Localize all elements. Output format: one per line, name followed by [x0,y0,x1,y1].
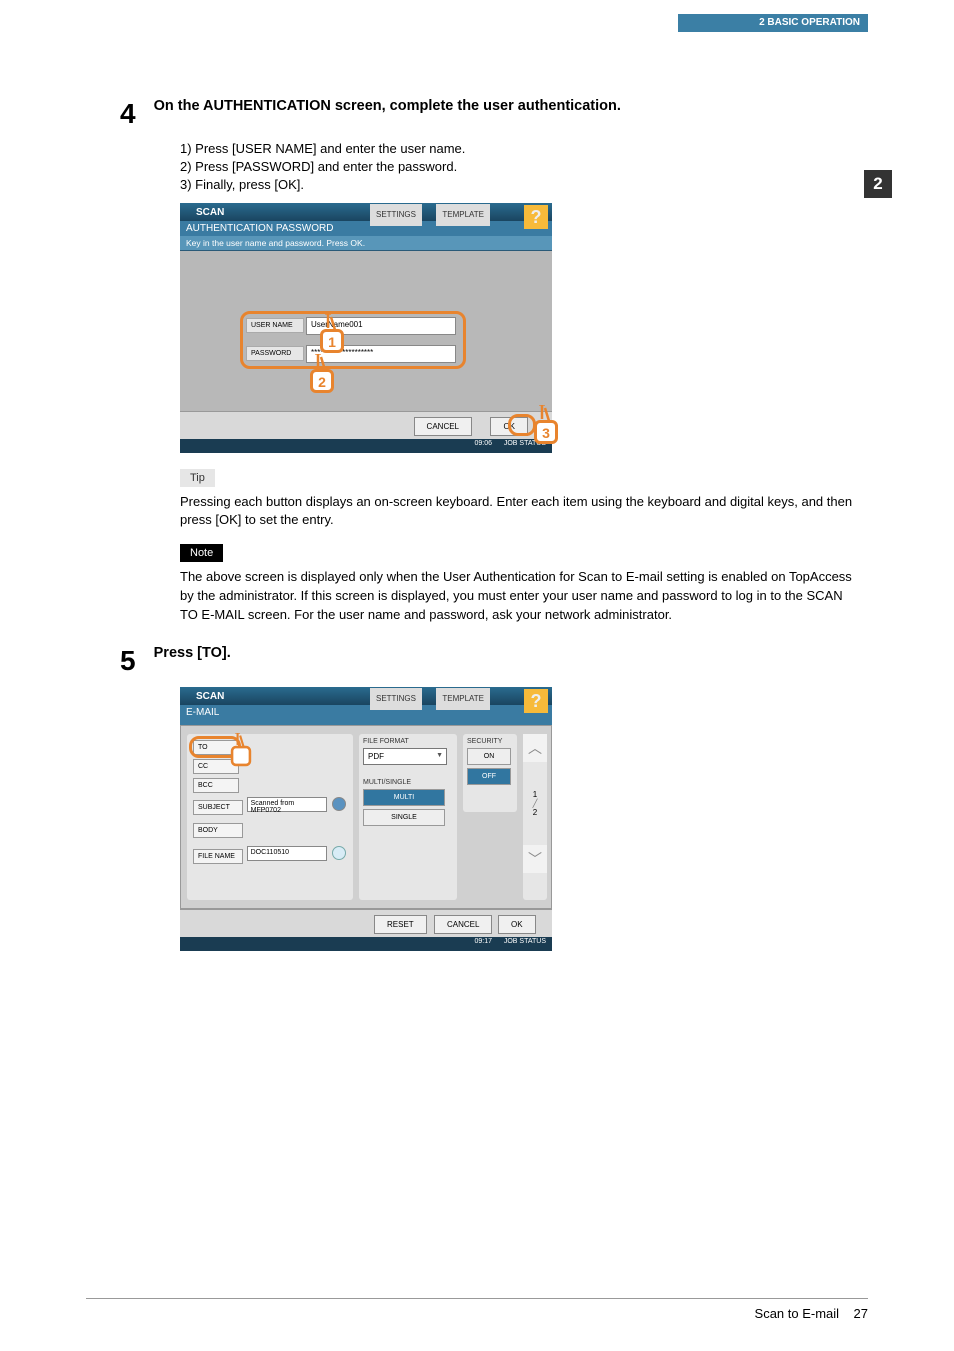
header-chapter: 2 BASIC OPERATION [678,14,868,32]
ok-button[interactable]: OK [498,915,536,934]
subject-value[interactable]: Scanned from MFP0702 [247,797,327,812]
cancel-button[interactable]: CANCEL [434,915,492,934]
step4-number: 4 [120,98,150,130]
to-pointer [231,746,251,766]
tip-text: Pressing each button displays an on-scre… [180,493,860,531]
step5-number: 5 [120,645,150,677]
chapter-tab: 2 [864,170,892,198]
security-on[interactable]: ON [467,748,511,765]
security-panel: SECURITY ON OFF [463,734,517,812]
email-screenshot: SCAN SETTINGS TEMPLATE ? E-MAIL TO CC BC… [180,687,552,943]
page-current: 1 [533,790,537,799]
ss2-settings-tab[interactable]: SETTINGS [370,688,422,710]
security-label: SECURITY [467,738,513,745]
subject-button[interactable]: SUBJECT [193,800,243,815]
fileformat-label: FILE FORMAT [363,738,453,745]
page-down-icon[interactable]: ﹀ [523,845,547,873]
clock-icon[interactable] [332,797,346,811]
step5-title: Press [TO]. [154,645,231,661]
page-up-icon[interactable]: ︿ [523,734,547,762]
bcc-button[interactable]: BCC [193,778,239,793]
footer-page: 27 [854,1306,868,1321]
tip-label: Tip [180,469,215,487]
step4-title: On the AUTHENTICATION screen, complete t… [154,98,621,114]
page-total: 2 [533,808,537,817]
ss2-subtitle: E-MAIL [180,705,552,725]
filename-button[interactable]: FILE NAME [193,849,243,864]
ss1-subtitle: AUTHENTICATION PASSWORD [180,221,552,236]
single-button[interactable]: SINGLE [363,809,445,826]
ss1-hint: Key in the user name and password. Press… [180,236,552,251]
step4-list-1: 1) Press [USER NAME] and enter the user … [180,140,860,158]
multi-button[interactable]: MULTI [363,789,445,806]
body-button[interactable]: BODY [193,823,243,838]
username-button[interactable]: USER NAME [246,318,304,333]
step4-list-2: 2) Press [PASSWORD] and enter the passwo… [180,158,860,176]
multisingle-label: MULTI/SINGLE [363,779,453,786]
note-label: Note [180,544,223,562]
page-footer: Scan to E-mail 27 [755,1306,868,1321]
cancel-button[interactable]: CANCEL [414,417,472,436]
ss2-template-tab[interactable]: TEMPLATE [436,688,490,710]
page-nav: ︿ 1 ╱ 2 ﹀ [523,734,547,900]
help-icon[interactable]: ? [524,205,548,229]
address-panel: TO CC BCC SUBJECT Scanned from MFP0702 B… [187,734,353,900]
ss1-template-tab[interactable]: TEMPLATE [436,204,490,226]
clock-icon[interactable] [332,846,346,860]
footer-divider [86,1298,868,1299]
reset-button[interactable]: RESET [374,915,427,934]
marker-1: 1 [320,329,344,353]
ss2-time: 09:17 [474,938,492,945]
ss1-settings-tab[interactable]: SETTINGS [370,204,422,226]
password-button[interactable]: PASSWORD [246,346,304,361]
ss2-jobstatus[interactable]: JOB STATUS [504,938,546,945]
marker-3: 3 [534,420,558,444]
ss1-title: SCAN [196,204,224,222]
fileformat-select[interactable]: PDF [363,748,447,765]
marker-2: 2 [310,369,334,393]
step4-list-3: 3) Finally, press [OK]. [180,176,860,194]
format-panel: FILE FORMAT PDF MULTI/SINGLE MULTI SINGL… [359,734,457,900]
ss2-title: SCAN [196,688,224,706]
filename-value[interactable]: DOC110510 [247,846,327,861]
auth-screenshot: SCAN SETTINGS TEMPLATE ? AUTHENTICATION … [180,203,552,455]
ss1-time: 09:06 [474,440,492,447]
help-icon[interactable]: ? [524,689,548,713]
security-off[interactable]: OFF [467,768,511,785]
highlight-ok [508,414,536,436]
footer-section: Scan to E-mail [755,1306,840,1321]
note-text: The above screen is displayed only when … [180,568,860,625]
